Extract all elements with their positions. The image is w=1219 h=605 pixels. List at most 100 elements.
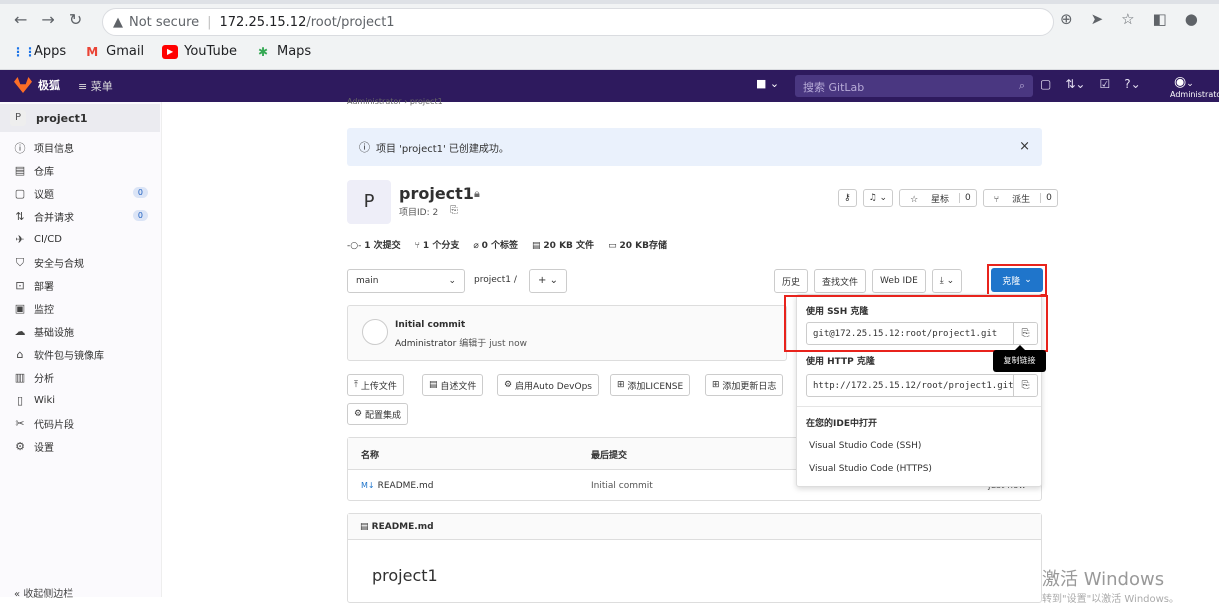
- auto-devops-button[interactable]: ⚙ 启用Auto DevOps: [497, 374, 599, 396]
- ssh-highlight-box: [784, 295, 1048, 352]
- address-bar[interactable]: ▲ Not secure | 172.25.15.12 /root/projec…: [102, 8, 1054, 36]
- sidebar-item[interactable]: ☁ 基础设施: [0, 320, 160, 343]
- bookmark-maps[interactable]: ✱ Maps: [255, 44, 311, 59]
- lock-icon: 🔒︎: [474, 187, 480, 200]
- bookmark-label: Gmail: [106, 44, 145, 59]
- snippet-icon: ✂: [15, 417, 25, 430]
- collapse-sidebar-button[interactable]: « 收起侧边栏: [14, 585, 73, 600]
- alert-text: 项目 'project1' 已创建成功。: [376, 143, 509, 155]
- new-dropdown[interactable]: ■ ⌄: [756, 77, 779, 90]
- column-name: 名称: [361, 451, 380, 461]
- chart-icon: ▥: [14, 371, 26, 384]
- download-button[interactable]: ⤓ ⌄: [931, 269, 963, 293]
- vscode-ssh-item[interactable]: Visual Studio Code (SSH): [809, 441, 921, 451]
- bookmark-youtube[interactable]: ▶ YouTube: [162, 44, 237, 59]
- bookmark-gmail[interactable]: M Gmail: [84, 44, 144, 59]
- files-size: 20 KB 文件: [543, 241, 595, 251]
- http-url-field[interactable]: http://172.25.15.12/root/project1.git ⎘: [806, 374, 1038, 397]
- repo-path[interactable]: project1 /: [474, 275, 517, 285]
- commit-title[interactable]: Initial commit: [395, 320, 465, 330]
- bookmark-apps[interactable]: ⋮⋮ Apps: [12, 44, 66, 59]
- sidebar-item[interactable]: ▣ 监控: [0, 297, 160, 320]
- file-name[interactable]: M↓ README.md: [361, 481, 433, 491]
- gitlab-header: 极狐 ≡ 菜单 ■ ⌄ 搜索 GitLab ⌕ ▢ ⇅⌄ ☑ ?⌄ ◉⌄ Admin…: [0, 70, 1219, 102]
- web-ide-button[interactable]: Web IDE: [872, 269, 926, 293]
- profile-icon[interactable]: ●: [1185, 10, 1198, 28]
- sidebar-item[interactable]: ⛉ 安全与合规: [0, 251, 160, 274]
- copy-http-button[interactable]: ⎘: [1013, 375, 1037, 396]
- tags-stat[interactable]: ⌀ 0 个标签: [473, 238, 518, 251]
- info-icon: ⓘ: [14, 141, 26, 155]
- sidebar-item[interactable]: ▤ 仓库: [0, 159, 160, 182]
- commits-stat[interactable]: -○- 1 次提交: [347, 238, 401, 251]
- copy-id-icon[interactable]: ⎘: [450, 205, 458, 216]
- gitlab-logo[interactable]: 极狐: [14, 77, 60, 93]
- add-dropdown[interactable]: + ⌄: [529, 269, 567, 293]
- branch-selector[interactable]: main ⌄: [347, 269, 465, 293]
- zoom-icon[interactable]: ⊕: [1060, 10, 1073, 28]
- security-label: Not secure: [129, 14, 200, 30]
- tag-icon: ⌀: [473, 241, 479, 251]
- star-icon[interactable]: ☆: [1121, 10, 1134, 28]
- configure-integrations-button[interactable]: ⚙ 配置集成: [347, 403, 408, 425]
- add-license-button[interactable]: ⊞ 添加LICENSE: [610, 374, 691, 396]
- merge-icon: ⇅: [15, 210, 25, 223]
- project-avatar: P: [347, 180, 391, 224]
- merge-requests-header-icon[interactable]: ⇅⌄: [1065, 77, 1085, 91]
- sidebar-item[interactable]: ✂ 代码片段: [0, 412, 160, 435]
- find-file-button[interactable]: 查找文件: [814, 269, 867, 293]
- sidebar-item-label: 代码片段: [34, 420, 74, 431]
- sidebar-item[interactable]: ✈ CI/CD: [0, 228, 160, 251]
- tab-strip: [0, 0, 1219, 4]
- admin-button[interactable]: ⚷: [838, 189, 857, 207]
- bookmark-label: YouTube: [184, 44, 237, 59]
- vscode-https-item[interactable]: Visual Studio Code (HTTPS): [809, 464, 932, 474]
- search-input[interactable]: 搜索 GitLab ⌕: [795, 75, 1033, 97]
- clone-highlight-box: [987, 264, 1047, 296]
- sidebar-item[interactable]: ▥ 分析: [0, 366, 160, 389]
- sidebar-item-label: 项目信息: [34, 144, 74, 155]
- star-button[interactable]: ☆ 星标 0: [899, 189, 977, 207]
- send-icon[interactable]: ➤: [1091, 10, 1104, 28]
- menu-label: 菜单: [90, 80, 113, 93]
- success-alert: ⓘ 项目 'project1' 已创建成功。 ×: [347, 128, 1042, 166]
- help-header-icon[interactable]: ?⌄: [1124, 77, 1140, 91]
- sidebar-item[interactable]: ⓘ 项目信息: [0, 136, 160, 159]
- author-name[interactable]: Administrator: [395, 339, 456, 349]
- sidebar-project[interactable]: P project1: [0, 104, 160, 132]
- issues-header-icon[interactable]: ▢: [1040, 77, 1051, 91]
- sidebar-item[interactable]: ▯ Wiki: [0, 389, 160, 412]
- fork-button[interactable]: ⑂ 派生 0: [982, 189, 1058, 207]
- sidebar-item[interactable]: ⚙ 设置: [0, 435, 160, 458]
- breadcrumb[interactable]: Administrator › project1: [347, 97, 443, 106]
- add-changelog-button[interactable]: ⊞ 添加更新日志: [705, 374, 784, 396]
- reload-icon[interactable]: ↻: [69, 10, 82, 29]
- file-commit[interactable]: Initial commit: [591, 481, 653, 491]
- files-stat[interactable]: ▤ 20 KB 文件: [532, 238, 594, 251]
- sidebar-item[interactable]: ⇅ 合并请求 0: [0, 205, 160, 228]
- readme-button[interactable]: ▤ 自述文件: [422, 374, 484, 396]
- sidepanel-icon[interactable]: ◧: [1153, 10, 1167, 28]
- readme-panel: ▤ README.md project1: [347, 513, 1042, 603]
- copy-icon: ⎘: [1021, 380, 1030, 391]
- back-icon[interactable]: ←: [14, 10, 27, 29]
- menu-button[interactable]: ≡ 菜单: [78, 78, 113, 94]
- upload-file-button[interactable]: ⤒ 上传文件: [347, 374, 404, 396]
- gear-icon: ⚙: [504, 380, 513, 390]
- user-avatar[interactable]: ◉⌄Administrator: [1170, 74, 1219, 100]
- close-icon[interactable]: ×: [1019, 139, 1030, 154]
- collapse-label: 收起侧边栏: [23, 589, 74, 600]
- history-button[interactable]: 历史: [774, 269, 809, 293]
- storage-stat[interactable]: ▭ 20 KB存储: [608, 238, 667, 251]
- sidebar-item[interactable]: ▢ 议题 0: [0, 182, 160, 205]
- branches-stat[interactable]: ⑂ 1 个分支: [415, 238, 460, 251]
- forward-icon[interactable]: →: [41, 10, 54, 29]
- notifications-button[interactable]: ♫ ⌄: [862, 189, 894, 207]
- bookmark-label: Apps: [34, 44, 67, 59]
- sidebar-item[interactable]: ⊡ 部署: [0, 274, 160, 297]
- todo-header-icon[interactable]: ☑: [1099, 77, 1110, 91]
- quick-action-label: 配置集成: [364, 410, 401, 421]
- header-icons: ▢ ⇅⌄ ☑ ?⌄: [1040, 77, 1141, 91]
- sidebar-item[interactable]: ⌂ 软件包与镜像库: [0, 343, 160, 366]
- project-avatar-small: P: [10, 110, 26, 126]
